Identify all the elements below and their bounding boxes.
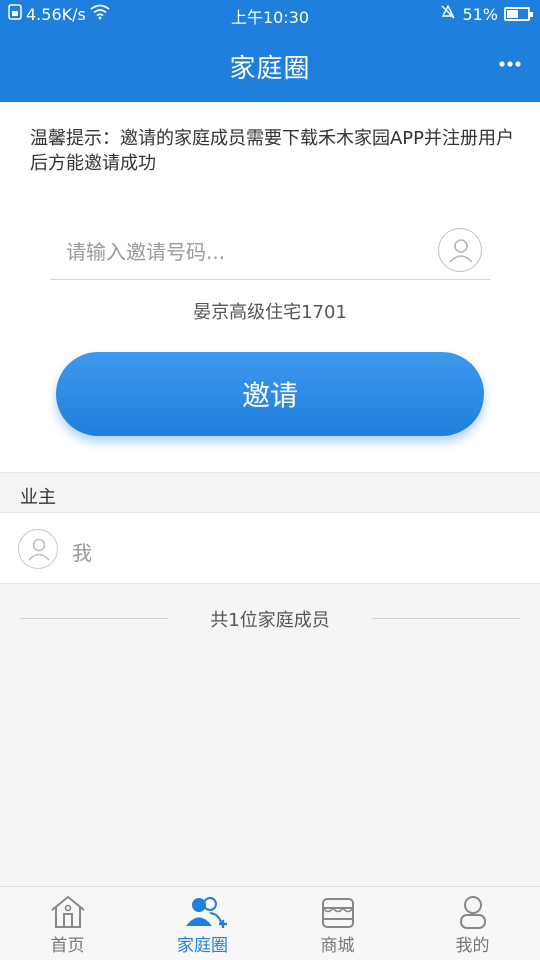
- page-title: 家庭圈: [229, 54, 311, 84]
- tip-text: 温馨提示：邀请的家庭成员需要下载禾木家园APP并注册用户后方能邀请成功: [30, 128, 515, 174]
- invite-button[interactable]: 邀请: [56, 352, 484, 436]
- owner-section-title: 业主: [20, 487, 56, 508]
- tab-profile[interactable]: 我的: [405, 887, 540, 960]
- tab-home[interactable]: 首页: [0, 887, 135, 960]
- divider-right: [372, 618, 520, 619]
- app-header: 4.56K/s 上午10:30 51% 家庭圈: [0, 0, 540, 102]
- tab-store-label: 商城: [320, 936, 355, 956]
- invite-number-input[interactable]: [66, 232, 426, 272]
- bottom-tabbar: 首页 家庭圈 商城 我的: [0, 886, 540, 960]
- house-address: 晏京高级住宅1701: [193, 302, 347, 323]
- contact-picker-icon[interactable]: [438, 228, 482, 272]
- member-name: 我: [72, 541, 92, 565]
- owner-section-header: 业主: [0, 472, 540, 512]
- status-bar: 4.56K/s 上午10:30 51%: [0, 0, 540, 30]
- tab-home-label: 首页: [50, 936, 85, 956]
- home-icon: [48, 893, 88, 931]
- store-icon: [318, 893, 358, 931]
- family-icon: [183, 893, 227, 931]
- tab-store[interactable]: 商城: [270, 887, 405, 960]
- invite-input-row: [50, 226, 490, 280]
- tab-profile-label: 我的: [455, 936, 490, 956]
- profile-icon: [453, 893, 493, 931]
- battery-icon: [504, 7, 533, 21]
- tab-family[interactable]: 家庭圈: [135, 887, 270, 960]
- more-icon[interactable]: [498, 52, 522, 76]
- member-row[interactable]: 我: [0, 512, 540, 584]
- tab-family-label: 家庭圈: [177, 936, 228, 956]
- avatar-icon: [18, 529, 58, 569]
- mute-icon: [440, 4, 456, 24]
- invite-card: 温馨提示：邀请的家庭成员需要下载禾木家园APP并注册用户后方能邀请成功 晏京高级…: [0, 102, 540, 472]
- battery-percent: 51%: [462, 4, 498, 24]
- member-count: 共1位家庭成员: [20, 606, 520, 632]
- member-count-text: 共1位家庭成员: [210, 610, 330, 631]
